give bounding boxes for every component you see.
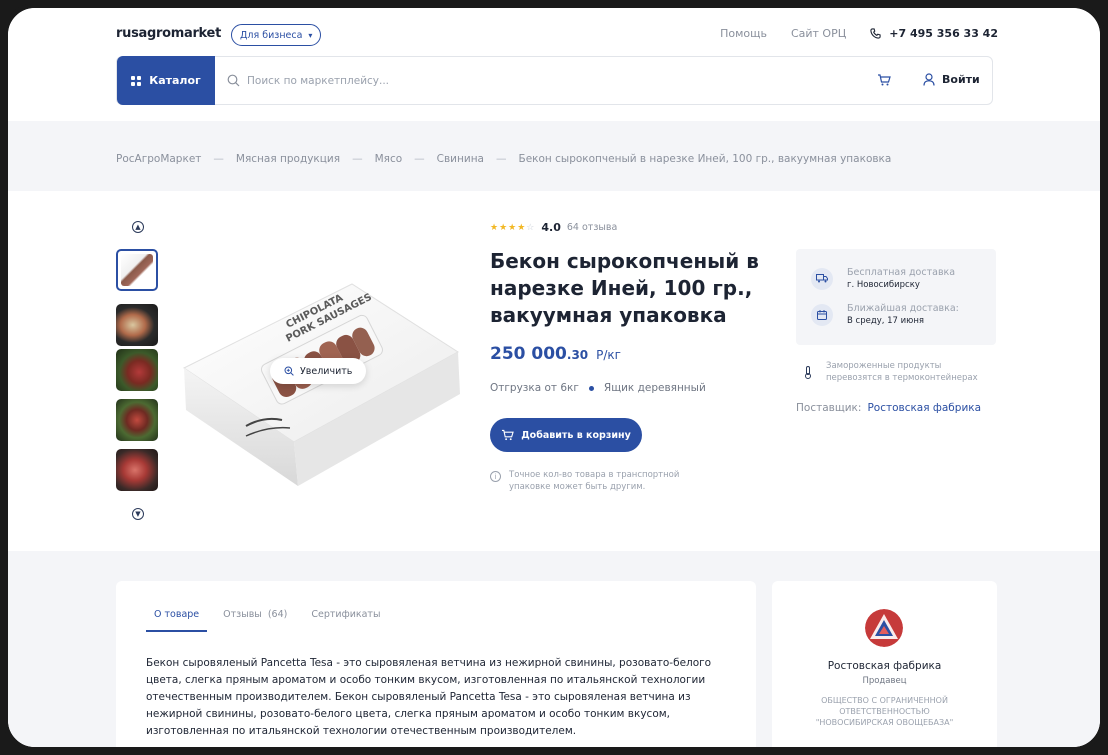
breadcrumb-item[interactable]: Мясо — [375, 153, 403, 165]
nearest-delivery-label: Ближайшая доставка: — [847, 303, 959, 314]
zoom-label: Увеличить — [300, 365, 353, 377]
breadcrumb: РосАгроМаркет — Мясная продукция — Мясо … — [116, 153, 891, 165]
cart-icon — [502, 429, 515, 441]
add-to-cart-button[interactable]: Добавить в корзину — [490, 418, 642, 452]
catalog-label: Каталог — [149, 74, 201, 87]
tab-certificates[interactable]: Сертификаты — [303, 609, 388, 632]
package-type: Ящик деревянный — [603, 382, 706, 394]
supplier-link[interactable]: Ростовская фабрика — [867, 402, 981, 414]
nearest-delivery-row: Ближайшая доставка: В среду, 17 июня — [811, 303, 959, 326]
login-label: Войти — [942, 73, 980, 86]
business-dropdown-button[interactable]: Для бизнеса ▾ — [231, 24, 322, 46]
business-button-label: Для бизнеса — [240, 29, 303, 41]
reviews-count-link[interactable]: 64 отзыва — [567, 222, 617, 233]
supplier-label: Поставщик: — [796, 402, 862, 414]
bullet-dot — [588, 385, 594, 391]
orc-site-link[interactable]: Сайт ОРЦ — [791, 27, 846, 40]
frozen-note-text: Замороженные продукты перевозятся в терм… — [826, 361, 978, 383]
login-button[interactable]: Войти — [923, 73, 980, 86]
seller-name[interactable]: Ростовская фабрика — [772, 660, 997, 672]
calendar-icon — [811, 303, 833, 326]
phone-icon — [870, 28, 881, 39]
thermometer-icon — [805, 365, 811, 379]
thumbnail-image — [121, 254, 153, 286]
gallery-down-arrow-icon[interactable]: ▼ — [132, 508, 144, 520]
breadcrumb-separator: — — [414, 153, 425, 165]
thumbnail-image — [116, 449, 158, 491]
help-link[interactable]: Помощь — [720, 27, 767, 40]
description-card: О товаре Отзывы (64) Сертификаты Бекон с… — [116, 581, 756, 747]
breadcrumb-separator: — — [496, 153, 507, 165]
chevron-down-icon: ▾ — [308, 30, 313, 40]
truck-icon — [811, 267, 833, 290]
free-delivery-label: Бесплатная доставка — [847, 267, 956, 278]
add-to-cart-label: Добавить в корзину — [521, 429, 631, 441]
rating-stars-icon: ★★★★☆ — [490, 222, 536, 233]
shipping-info: Отгрузка от 6кг Ящик деревянный — [490, 382, 706, 394]
breadcrumb-separator: — — [352, 153, 363, 165]
tabs: О товаре Отзывы (64) Сертификаты — [146, 609, 396, 632]
thumbnail-image — [116, 399, 158, 441]
gallery-up-arrow-icon[interactable]: ▲ — [132, 221, 144, 233]
price-main: 250 000 — [490, 344, 567, 364]
search-bar: Каталог Войти — [116, 56, 993, 105]
rating: ★★★★☆ 4.0 64 отзыва — [490, 221, 617, 234]
breadcrumb-item[interactable]: Свинина — [437, 153, 484, 165]
breadcrumb-item[interactable]: Мясная продукция — [236, 153, 340, 165]
logo-text: rusagromarket — [116, 26, 221, 41]
tab-reviews[interactable]: Отзывы (64) — [215, 609, 295, 632]
price: 250 000.30 Р/кг — [490, 344, 621, 364]
product-title: Бекон сырокопченый в нарезке Иней, 100 г… — [490, 249, 759, 327]
window-frame: rusagromarket Для бизнеса ▾ Помощь Сайт … — [3, 3, 1105, 752]
note-text: Точное кол-во товара в транспортной упак… — [509, 470, 680, 492]
seller-legal-name: ОБЩЕСТВО С ОГРАНИЧЕННОЙ ОТВЕТСТВЕННОСТЬЮ… — [815, 696, 954, 727]
phone-link[interactable]: +7 495 356 33 42 — [870, 27, 998, 40]
seller-role: Продавец — [862, 676, 907, 686]
rating-value: 4.0 — [541, 221, 561, 234]
breadcrumb-item[interactable]: РосАгроМаркет — [116, 153, 201, 165]
quantity-note: i Точное кол-во товара в транспортной уп… — [490, 469, 710, 493]
page: rusagromarket Для бизнеса ▾ Помощь Сайт … — [8, 8, 1100, 747]
price-cents: .30 — [566, 348, 589, 362]
thumbnail-image — [116, 349, 158, 391]
search-icon — [227, 74, 240, 87]
top-links: Помощь Сайт ОРЦ +7 495 356 33 42 — [720, 27, 998, 40]
breadcrumb-current: Бекон сырокопченый в нарезке Иней, 100 г… — [518, 153, 892, 165]
user-icon — [923, 73, 935, 86]
description-text: Бекон сыровяленый Pancetta Tesa - это сы… — [146, 657, 712, 737]
info-icon: i — [490, 471, 501, 482]
delivery-box: Бесплатная доставка г. Новосибирску Ближ… — [796, 249, 996, 345]
zoom-button[interactable]: Увеличить — [270, 358, 367, 384]
cart-icon[interactable] — [877, 73, 891, 87]
thumbnail-image — [116, 304, 158, 346]
grid-icon — [131, 75, 142, 86]
shipment-min: Отгрузка от 6кг — [490, 382, 579, 394]
thumbnail-2[interactable] — [116, 304, 158, 346]
tab-about[interactable]: О товаре — [146, 609, 208, 632]
zoom-in-icon — [284, 366, 294, 376]
free-delivery-city: г. Новосибирску — [847, 280, 920, 290]
seller-logo-icon[interactable] — [865, 609, 903, 647]
free-delivery-row: Бесплатная доставка г. Новосибирску — [811, 267, 955, 290]
search-input[interactable] — [247, 67, 847, 95]
supplier: Поставщик: Ростовская фабрика — [796, 402, 981, 414]
price-unit: Р/кг — [596, 348, 621, 362]
thumbnail-4[interactable] — [116, 399, 158, 441]
catalog-button[interactable]: Каталог — [117, 56, 215, 105]
thumbnail-3[interactable] — [116, 349, 158, 391]
thumbnail-5[interactable] — [116, 449, 158, 491]
thumbnail-1[interactable] — [116, 249, 158, 291]
phone-number: +7 495 356 33 42 — [889, 27, 998, 40]
nearest-delivery-date: В среду, 17 июня — [847, 316, 925, 326]
frozen-note: Замороженные продукты перевозятся в терм… — [804, 360, 986, 384]
site-logo[interactable]: rusagromarket — [116, 26, 221, 41]
breadcrumb-separator: — — [213, 153, 224, 165]
seller-card: Ростовская фабрика Продавец ОБЩЕСТВО С О… — [772, 581, 997, 747]
